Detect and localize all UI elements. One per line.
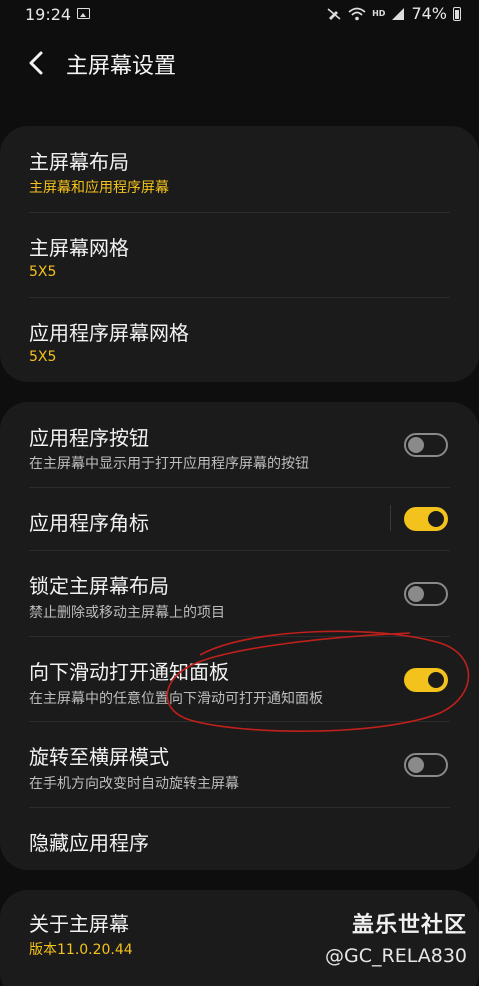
setting-title: 应用程序屏幕网格	[29, 321, 189, 345]
apps-button-toggle[interactable]	[404, 433, 448, 457]
watermark-handle: @GC_RELA830	[325, 945, 467, 967]
watermark-brand: 盖乐世社区	[351, 913, 467, 938]
app-badges-toggle[interactable]	[404, 507, 448, 531]
vertical-separator	[390, 505, 391, 531]
layout-settings-card: 主屏幕布局 主屏幕和应用程序屏幕 主屏幕网格 5X5 应用程序屏幕网格 5X5	[0, 126, 479, 382]
setting-title: 应用程序角标	[29, 511, 149, 535]
setting-title: 向下滑动打开通知面板	[29, 660, 229, 684]
status-icons: HD 74%	[326, 4, 461, 23]
signal-icon	[392, 7, 405, 20]
mute-icon	[327, 7, 341, 20]
screen: 19:24 HD 74% 主屏幕设置 主屏幕布局 主屏幕和应用程序屏幕 主屏幕网…	[0, 0, 479, 986]
setting-value: 5X5	[29, 264, 57, 280]
setting-value: 主屏幕和应用程序屏幕	[29, 180, 169, 196]
page-title: 主屏幕设置	[66, 54, 177, 79]
setting-apps-button[interactable]: 应用程序按钮 在主屏幕中显示用于打开应用程序屏幕的按钮	[0, 402, 479, 487]
setting-home-layout[interactable]: 主屏幕布局 主屏幕和应用程序屏幕	[0, 126, 479, 212]
toggle-knob	[428, 672, 444, 688]
lock-layout-toggle[interactable]	[404, 582, 448, 606]
back-button[interactable]	[22, 48, 52, 78]
setting-title: 关于主屏幕	[29, 912, 129, 936]
setting-description: 在主屏幕中显示用于打开应用程序屏幕的按钮	[29, 456, 309, 472]
hd-indicator: HD	[372, 9, 386, 18]
setting-description: 在主屏幕中的任意位置向下滑动可打开通知面板	[29, 691, 323, 707]
rotate-landscape-toggle[interactable]	[404, 753, 448, 777]
toggle-knob	[408, 586, 424, 602]
toggle-knob	[428, 511, 444, 527]
battery-percent: 74%	[411, 4, 447, 23]
toggle-knob	[408, 437, 424, 453]
setting-title: 隐藏应用程序	[29, 831, 149, 855]
setting-hide-apps[interactable]: 隐藏应用程序	[0, 807, 479, 870]
setting-description: 禁止删除或移动主屏幕上的项目	[29, 605, 225, 621]
setting-home-grid[interactable]: 主屏幕网格 5X5	[0, 212, 479, 297]
setting-title: 应用程序按钮	[29, 426, 149, 450]
version-text: 版本11.0.20.44	[29, 942, 133, 958]
setting-app-badges[interactable]: 应用程序角标	[0, 487, 479, 550]
status-time: 19:24	[25, 5, 72, 24]
back-arrow-icon	[29, 51, 43, 75]
setting-title: 主屏幕网格	[29, 236, 129, 260]
wifi-icon	[348, 7, 366, 20]
setting-swipe-notifications[interactable]: 向下滑动打开通知面板 在主屏幕中的任意位置向下滑动可打开通知面板	[0, 636, 479, 721]
app-header: 主屏幕设置	[0, 38, 479, 88]
watermark: 盖乐世社区 @GC_RELA830	[325, 907, 467, 967]
setting-apps-grid[interactable]: 应用程序屏幕网格 5X5	[0, 297, 479, 382]
setting-title: 旋转至横屏模式	[29, 745, 169, 769]
swipe-notifications-toggle[interactable]	[404, 668, 448, 692]
battery-icon	[453, 6, 461, 21]
setting-lock-layout[interactable]: 锁定主屏幕布局 禁止删除或移动主屏幕上的项目	[0, 550, 479, 636]
status-bar: 19:24 HD 74%	[0, 0, 479, 30]
setting-title: 主屏幕布局	[29, 150, 129, 174]
image-icon	[77, 8, 90, 19]
setting-value: 5X5	[29, 349, 57, 365]
setting-description: 在手机方向改变时自动旋转主屏幕	[29, 776, 239, 792]
toggle-knob	[408, 757, 424, 773]
setting-title: 锁定主屏幕布局	[29, 574, 169, 598]
behavior-settings-card: 应用程序按钮 在主屏幕中显示用于打开应用程序屏幕的按钮 应用程序角标 锁定主屏幕…	[0, 402, 479, 870]
setting-rotate-landscape[interactable]: 旋转至横屏模式 在手机方向改变时自动旋转主屏幕	[0, 721, 479, 807]
